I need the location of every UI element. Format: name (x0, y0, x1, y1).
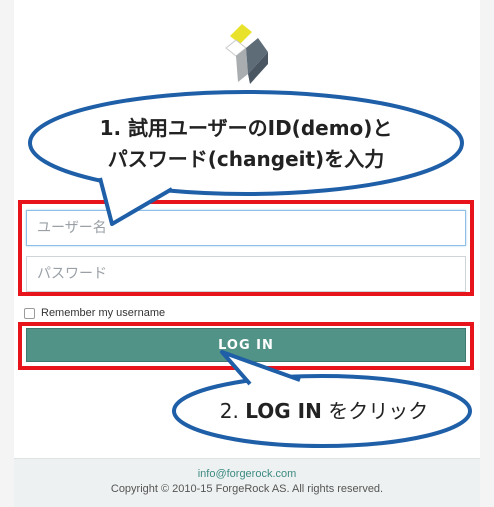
remember-username-row[interactable]: Remember my username (22, 307, 165, 319)
left-gutter (0, 0, 14, 507)
footer-email-link[interactable]: info@forgerock.com (14, 468, 480, 480)
forgerock-logo-icon (225, 24, 268, 84)
footer-copyright: Copyright © 2010-15 ForgeRock AS. All ri… (110, 483, 384, 495)
remember-username-label: Remember my username (41, 307, 166, 319)
footer: info@forgerock.com Copyright © 2010-15 F… (14, 458, 480, 507)
username-input[interactable] (26, 210, 466, 246)
bubble1-line2: パスワード(changeit)を入力 (107, 147, 385, 171)
instruction-bubble-2-text: 2. LOG IN をクリック (184, 396, 464, 426)
instruction-bubble-1-text: 1. 試用ユーザーのID(demo)と パスワード(changeit)を入力 (46, 113, 446, 175)
right-gutter (480, 0, 494, 507)
bubble2-action-text: をクリック (321, 399, 429, 423)
bubble1-line1: 1. 試用ユーザーのID(demo)と (99, 116, 393, 140)
password-input[interactable] (26, 256, 466, 292)
bubble2-login-keyword: LOG IN (245, 399, 322, 423)
remember-username-checkbox[interactable] (24, 307, 35, 319)
bubble2-step-number: 2. (219, 399, 246, 423)
login-button[interactable]: LOG IN (26, 328, 466, 362)
